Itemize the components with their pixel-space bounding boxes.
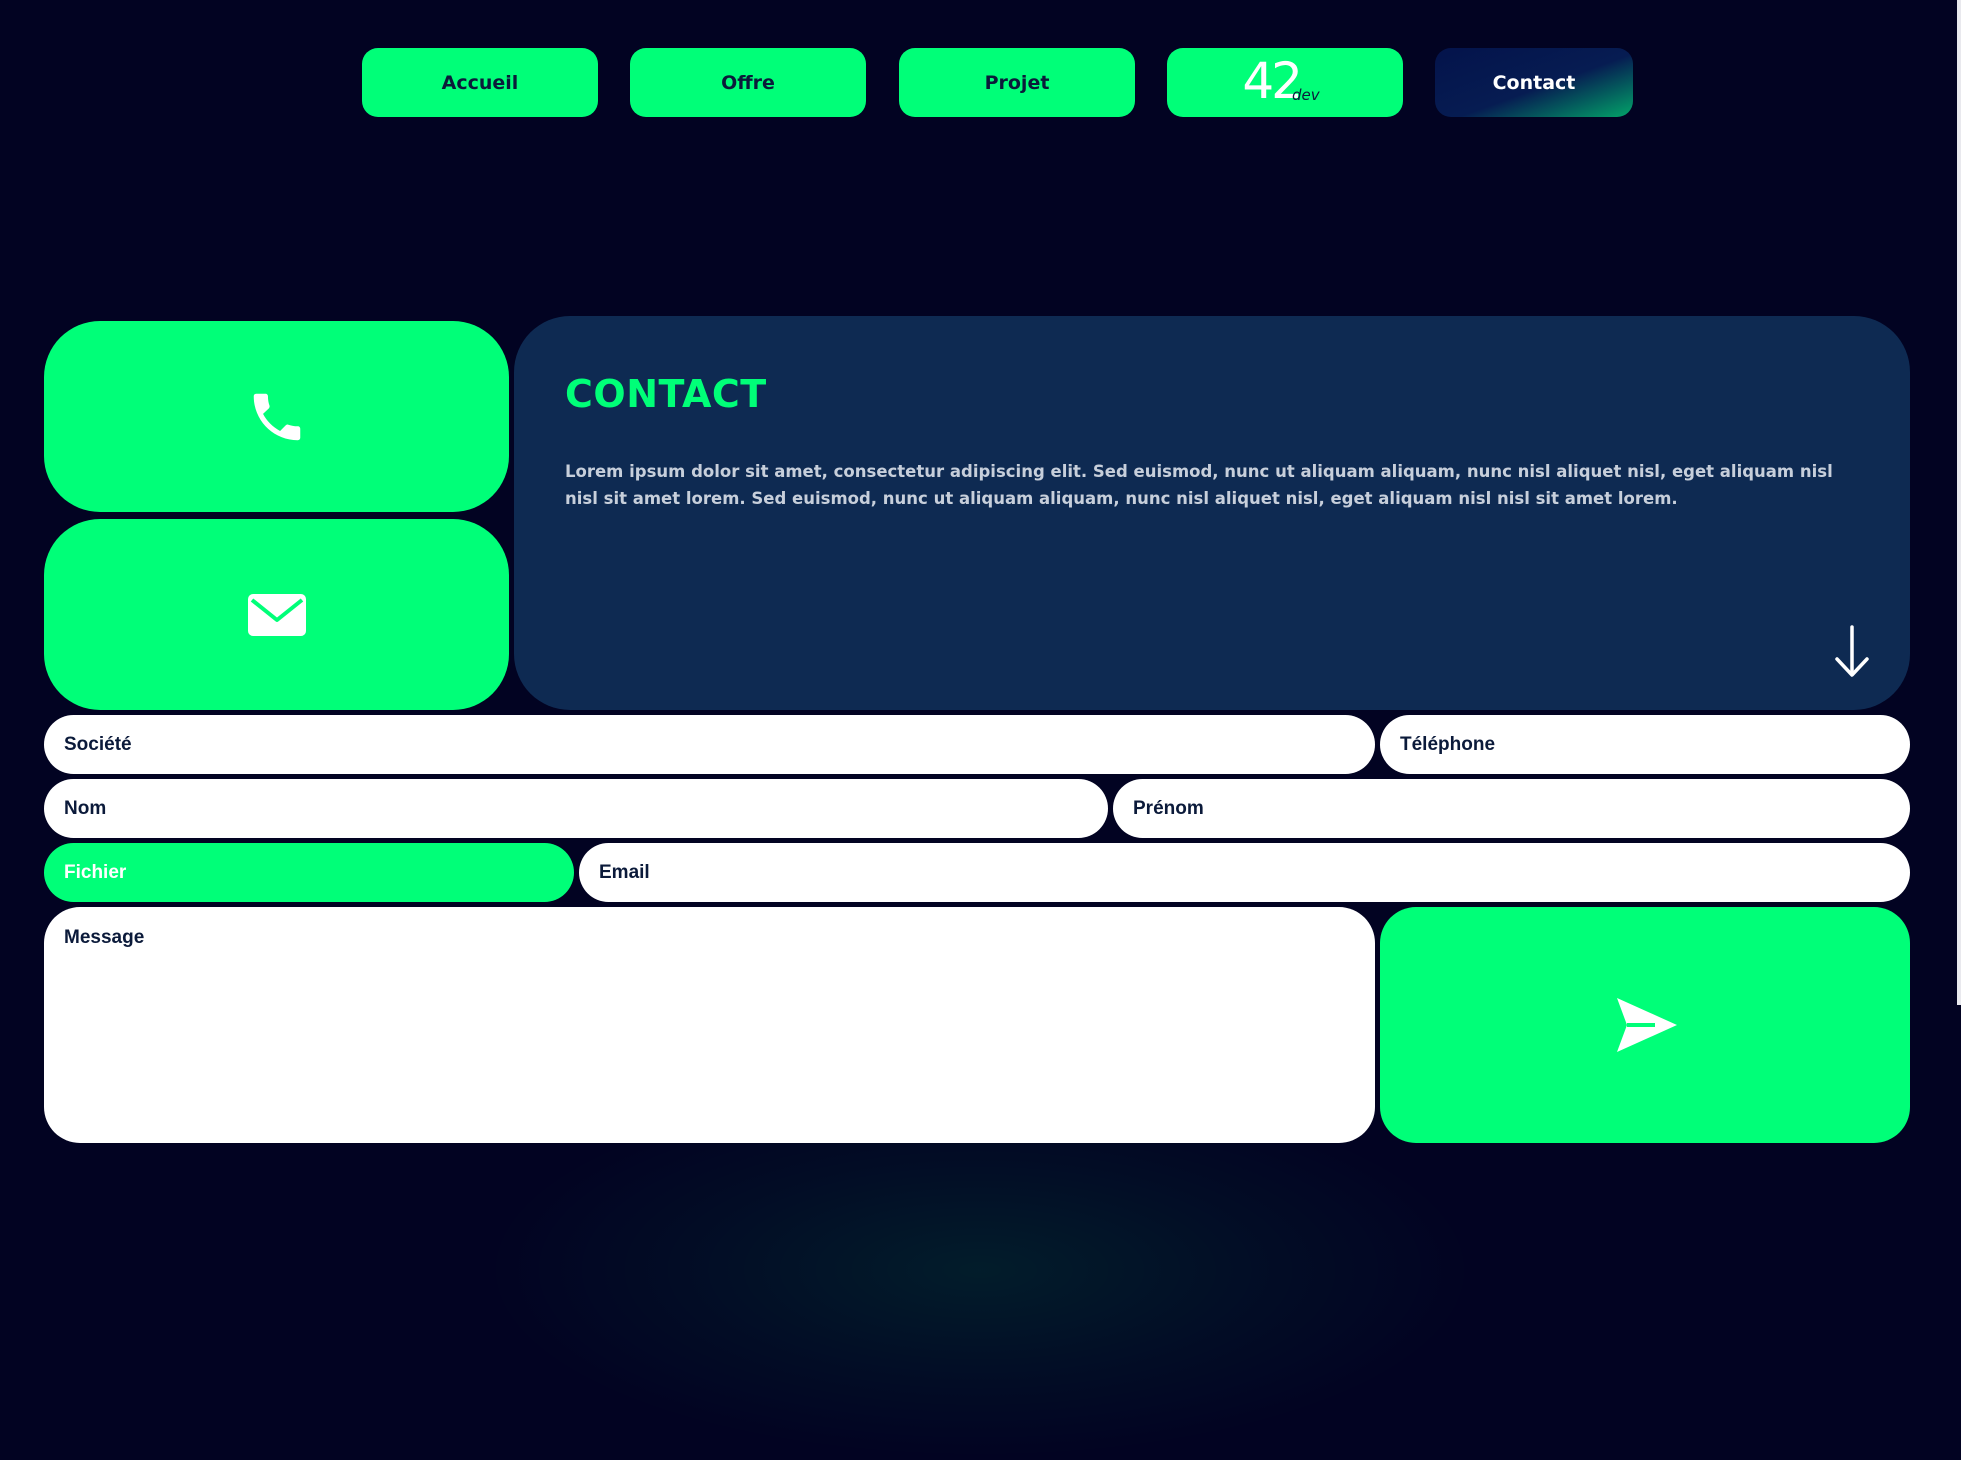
telephone-field[interactable]: Téléphone: [1380, 715, 1910, 774]
file-upload-button[interactable]: Fichier: [44, 843, 574, 902]
phone-tile[interactable]: [44, 321, 509, 512]
logo-suffix: dev: [1291, 85, 1320, 104]
nav-offer-button[interactable]: Offre: [630, 48, 866, 117]
mail-icon: [247, 593, 306, 636]
nav-contact-button[interactable]: Contact: [1435, 48, 1633, 117]
send-button[interactable]: [1380, 907, 1910, 1143]
societe-field[interactable]: Société: [44, 715, 1375, 774]
scrollbar[interactable]: [1957, 0, 1961, 1005]
nav-project-button[interactable]: Projet: [899, 48, 1135, 117]
phone-icon: [253, 393, 300, 440]
arrow-down-icon[interactable]: [1832, 624, 1872, 680]
prenom-field[interactable]: Prénom: [1113, 779, 1910, 838]
contact-description: Lorem ipsum dolor sit amet, consectetur …: [565, 462, 1833, 508]
nav-home-button[interactable]: Accueil: [362, 48, 598, 117]
mail-tile[interactable]: [44, 519, 509, 710]
nom-field[interactable]: Nom: [44, 779, 1108, 838]
contact-info-panel: CONTACT Lorem ipsum dolor sit amet, cons…: [514, 316, 1910, 710]
send-icon: [1617, 998, 1677, 1052]
nav-logo-button[interactable]: 42 dev: [1167, 48, 1403, 117]
message-field[interactable]: Message: [44, 907, 1375, 1143]
email-field[interactable]: Email: [579, 843, 1910, 902]
contact-title: CONTACT: [565, 372, 767, 416]
